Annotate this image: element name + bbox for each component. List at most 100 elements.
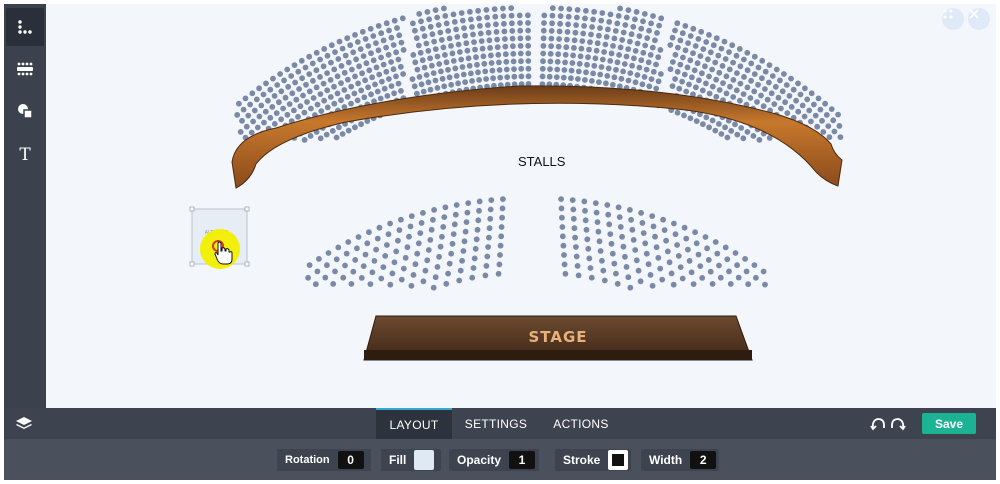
seat[interactable] <box>733 87 740 94</box>
seat[interactable] <box>573 244 579 250</box>
seat[interactable] <box>267 86 274 93</box>
seat[interactable] <box>736 46 743 52</box>
seat[interactable] <box>299 75 305 82</box>
seat[interactable] <box>645 59 652 66</box>
seat[interactable] <box>653 85 660 92</box>
seat[interactable] <box>277 71 283 77</box>
seat[interactable] <box>751 88 758 95</box>
seat[interactable] <box>434 85 441 91</box>
opacity-input[interactable]: 1 <box>509 451 536 469</box>
seat[interactable] <box>652 37 658 44</box>
seat[interactable] <box>343 250 350 257</box>
seat[interactable] <box>723 73 730 80</box>
seat[interactable] <box>583 7 589 14</box>
seat[interactable] <box>795 108 802 115</box>
seat[interactable] <box>375 23 382 29</box>
seat[interactable] <box>558 205 565 212</box>
seat[interactable] <box>557 20 563 27</box>
seat[interactable] <box>732 250 739 256</box>
seat[interactable] <box>540 35 547 42</box>
seat[interactable] <box>580 30 587 37</box>
seat[interactable] <box>423 40 430 47</box>
seat[interactable] <box>448 81 455 88</box>
seat[interactable] <box>661 227 668 234</box>
seat[interactable] <box>564 29 571 35</box>
seat[interactable] <box>322 274 329 281</box>
seat[interactable] <box>716 87 723 93</box>
seat[interactable] <box>653 61 659 68</box>
seat[interactable] <box>627 38 633 45</box>
seat[interactable] <box>511 66 517 72</box>
seat[interactable] <box>691 67 698 74</box>
seat[interactable] <box>271 121 278 127</box>
seat[interactable] <box>407 223 414 230</box>
seat[interactable] <box>356 63 362 70</box>
seat[interactable] <box>595 228 602 235</box>
seat[interactable] <box>339 131 346 137</box>
seat[interactable] <box>625 274 632 281</box>
seat[interactable] <box>641 74 648 80</box>
seat[interactable] <box>446 74 453 81</box>
seat[interactable] <box>539 65 546 72</box>
seat[interactable] <box>575 272 582 279</box>
seat[interactable] <box>563 44 570 51</box>
seat[interactable] <box>468 70 474 77</box>
seat[interactable] <box>620 68 626 75</box>
seat[interactable] <box>359 28 366 35</box>
seat[interactable] <box>703 80 709 87</box>
seat[interactable] <box>603 34 610 40</box>
seat[interactable] <box>398 88 404 94</box>
seat[interactable] <box>706 32 712 38</box>
seat[interactable] <box>617 5 623 12</box>
seat[interactable] <box>451 221 458 228</box>
seat[interactable] <box>508 12 515 19</box>
seat[interactable] <box>385 51 392 58</box>
seat[interactable] <box>314 268 321 275</box>
seat[interactable] <box>727 83 733 90</box>
seat[interactable] <box>370 57 377 64</box>
seat[interactable] <box>672 76 678 82</box>
seat[interactable] <box>408 213 415 220</box>
seat[interactable] <box>372 81 378 88</box>
seat[interactable] <box>685 40 691 46</box>
seat[interactable] <box>498 224 505 230</box>
seat[interactable] <box>383 68 390 75</box>
seat[interactable] <box>687 57 694 64</box>
seat[interactable] <box>280 105 286 112</box>
seat[interactable] <box>242 95 249 102</box>
seat[interactable] <box>795 80 801 87</box>
seat[interactable] <box>632 48 639 54</box>
seat[interactable] <box>525 12 531 19</box>
seat[interactable] <box>705 257 712 263</box>
seat[interactable] <box>384 242 390 248</box>
seat[interactable] <box>450 11 457 18</box>
seat[interactable] <box>650 68 657 75</box>
seat[interactable] <box>628 216 634 223</box>
seat[interactable] <box>599 56 606 63</box>
seat[interactable] <box>578 45 585 52</box>
seat[interactable] <box>236 100 242 107</box>
seat[interactable] <box>517 27 524 34</box>
seat[interactable] <box>286 101 293 107</box>
seat[interactable] <box>778 105 784 112</box>
seat[interactable] <box>385 231 392 238</box>
seat[interactable] <box>623 14 630 21</box>
seat[interactable] <box>724 134 731 141</box>
seat[interactable] <box>334 90 341 97</box>
seat[interactable] <box>713 76 719 83</box>
seat[interactable] <box>342 52 349 59</box>
seat[interactable] <box>418 81 425 88</box>
seat[interactable] <box>291 62 298 68</box>
seat[interactable] <box>679 275 686 282</box>
seat[interactable] <box>248 129 255 136</box>
seat[interactable] <box>456 277 463 284</box>
seat[interactable] <box>641 11 648 17</box>
seat[interactable] <box>561 261 568 268</box>
seat[interactable] <box>453 73 460 79</box>
seat[interactable] <box>744 84 751 91</box>
seat[interactable] <box>647 272 654 278</box>
seat[interactable] <box>477 23 483 29</box>
seat[interactable] <box>540 27 547 34</box>
seat[interactable] <box>737 97 743 104</box>
seat[interactable] <box>579 38 586 44</box>
